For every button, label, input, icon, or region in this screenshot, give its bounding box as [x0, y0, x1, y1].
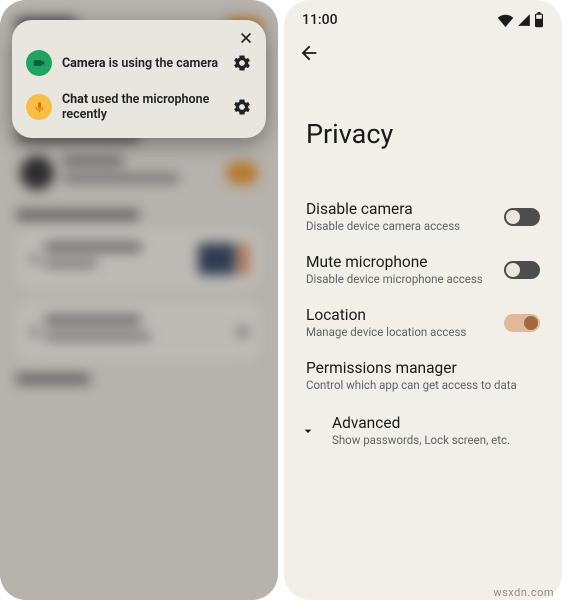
toggle-disable-camera[interactable] [504, 208, 540, 226]
gear-icon[interactable] [232, 53, 252, 73]
battery-icon [534, 12, 544, 28]
camera-usage-text: Camera is using the camera [62, 56, 222, 71]
back-icon[interactable] [298, 42, 320, 64]
page-title: Privacy [284, 70, 562, 190]
privacy-indicator-panel: Camera is using the camera Chat used the… [12, 20, 266, 138]
close-icon[interactable] [238, 30, 254, 46]
setting-subtitle: Control which app can get access to data [306, 378, 517, 392]
signal-icon [517, 13, 531, 27]
setting-title: Mute microphone [306, 253, 483, 271]
setting-title: Permissions manager [306, 359, 517, 377]
setting-subtitle: Disable device microphone access [306, 272, 483, 286]
microphone-usage-text: Chat used the microphone recently [62, 92, 222, 122]
chat-app-icon [26, 94, 52, 120]
setting-title: Disable camera [306, 200, 460, 218]
setting-disable-camera[interactable]: Disable camera Disable device camera acc… [306, 190, 540, 243]
status-bar: 11:00 [284, 0, 562, 32]
camera-usage-row[interactable]: Camera is using the camera [26, 50, 252, 76]
setting-title: Advanced [332, 414, 510, 432]
chevron-down-icon [300, 423, 316, 439]
setting-permissions-manager[interactable]: Permissions manager Control which app ca… [306, 349, 540, 402]
microphone-usage-row[interactable]: Chat used the microphone recently [26, 92, 252, 122]
setting-title: Location [306, 306, 466, 324]
setting-subtitle: Show passwords, Lock screen, etc. [332, 433, 510, 447]
toggle-mute-microphone[interactable] [504, 261, 540, 279]
setting-advanced[interactable]: Advanced Show passwords, Lock screen, et… [306, 402, 540, 459]
gear-icon[interactable] [232, 97, 252, 117]
phone-right: 11:00 Privacy Disable camera Disable dev… [284, 0, 562, 600]
setting-subtitle: Manage device location access [306, 325, 466, 339]
setting-location[interactable]: Location Manage device location access [306, 296, 540, 349]
watermark: wsxdn.com [493, 586, 554, 599]
status-time: 11:00 [302, 12, 338, 28]
setting-mute-microphone[interactable]: Mute microphone Disable device microphon… [306, 243, 540, 296]
phone-left: Camera is using the camera Chat used the… [0, 0, 278, 600]
wifi-icon [497, 13, 514, 27]
setting-subtitle: Disable device camera access [306, 219, 460, 233]
camera-app-icon [26, 50, 52, 76]
toggle-location[interactable] [504, 314, 540, 332]
